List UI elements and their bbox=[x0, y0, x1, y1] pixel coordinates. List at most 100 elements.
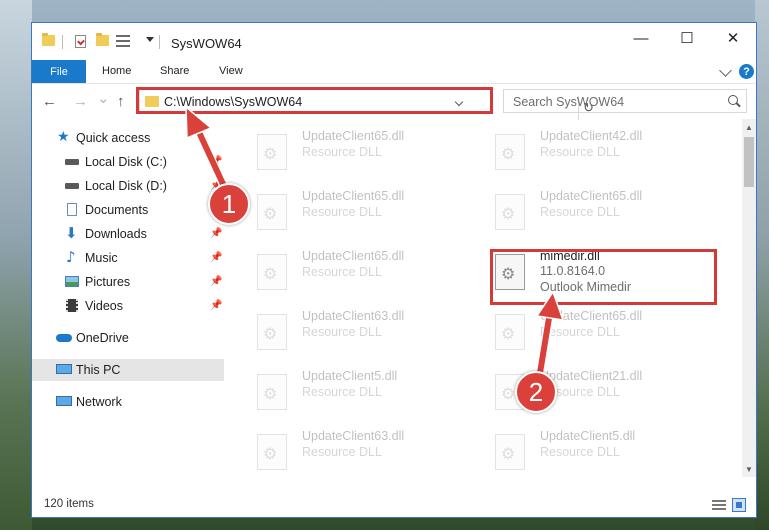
sidebar-item-this-pc[interactable]: This PC bbox=[32, 359, 224, 381]
pin-icon[interactable]: 📌 bbox=[210, 228, 222, 239]
file-explorer-window: SysWOW64 — ☐ ✕ File Home Share View ? ← … bbox=[31, 22, 757, 518]
file-item[interactable]: UpdateClient65.dll Resource DLL bbox=[489, 307, 709, 357]
customize-toolbar-chevron-icon[interactable] bbox=[146, 37, 154, 42]
network-icon bbox=[56, 396, 72, 406]
file-item[interactable]: UpdateClient5.dll Resource DLL bbox=[489, 427, 709, 477]
file-type: Resource DLL bbox=[302, 325, 382, 339]
sidebar-item-local-disk-d[interactable]: Local Disk (D:) 📌 bbox=[32, 175, 224, 197]
back-button[interactable]: ← bbox=[42, 93, 57, 110]
cloud-icon bbox=[56, 334, 72, 342]
navigation-pane: ★ Quick access Local Disk (C:) 📌 Local D… bbox=[32, 123, 228, 489]
pin-icon[interactable]: 📌 bbox=[210, 300, 222, 311]
details-view-icon[interactable] bbox=[712, 500, 726, 510]
properties-icon[interactable] bbox=[75, 35, 86, 48]
sidebar-item-documents[interactable]: Documents 📌 bbox=[32, 199, 224, 221]
videos-icon bbox=[66, 299, 78, 312]
new-folder-icon[interactable] bbox=[96, 33, 109, 46]
file-type: Resource DLL bbox=[302, 205, 382, 219]
pin-icon[interactable]: 📌 bbox=[210, 276, 222, 287]
toolbar-divider bbox=[159, 35, 160, 49]
pictures-icon bbox=[65, 276, 79, 287]
file-item[interactable]: UpdateClient63.dll Resource DLL bbox=[251, 427, 471, 477]
file-type: Resource DLL bbox=[302, 145, 382, 159]
sidebar-item-videos[interactable]: Videos 📌 bbox=[32, 295, 224, 317]
expand-ribbon-chevron-icon[interactable] bbox=[719, 64, 732, 77]
folder-icon bbox=[42, 33, 55, 46]
sidebar-item-network[interactable]: Network bbox=[32, 391, 224, 413]
file-name: UpdateClient63.dll bbox=[302, 309, 405, 323]
vertical-scrollbar[interactable]: ▲ ▼ bbox=[742, 119, 756, 477]
file-name: UpdateClient65.dll bbox=[540, 189, 643, 203]
file-name: UpdateClient21.dll bbox=[540, 369, 643, 383]
window-title: SysWOW64 bbox=[171, 36, 242, 51]
ribbon-tabs: File Home Share View ? bbox=[32, 59, 756, 84]
download-icon: ⬇ bbox=[65, 224, 78, 242]
address-highlight-box bbox=[136, 87, 493, 114]
scroll-thumb[interactable] bbox=[744, 137, 754, 187]
file-type: Resource DLL bbox=[540, 145, 620, 159]
file-item[interactable]: UpdateClient65.dll Resource DLL bbox=[251, 127, 471, 177]
sidebar-item-label: Videos bbox=[85, 299, 123, 313]
tab-file[interactable]: File bbox=[32, 60, 86, 83]
maximize-button[interactable]: ☐ bbox=[664, 23, 710, 53]
file-item[interactable]: UpdateClient42.dll Resource DLL bbox=[489, 127, 709, 177]
pin-icon[interactable]: 📌 bbox=[210, 252, 222, 263]
tab-share[interactable]: Share bbox=[160, 65, 189, 77]
scroll-down-icon[interactable]: ▼ bbox=[745, 465, 753, 474]
sidebar-item-music[interactable]: ♪ Music 📌 bbox=[32, 247, 224, 269]
dll-file-icon bbox=[495, 434, 525, 470]
file-name: UpdateClient65.dll bbox=[540, 309, 643, 323]
file-item[interactable]: UpdateClient65.dll Resource DLL bbox=[251, 247, 471, 297]
help-icon[interactable]: ? bbox=[739, 64, 754, 79]
dll-file-icon bbox=[257, 434, 287, 470]
sidebar-item-downloads[interactable]: ⬇ Downloads 📌 bbox=[32, 223, 224, 245]
file-name: UpdateClient65.dll bbox=[302, 249, 405, 263]
maximize-icon: ☐ bbox=[680, 30, 694, 47]
pin-icon[interactable]: 📌 bbox=[210, 156, 222, 167]
file-item[interactable]: UpdateClient65.dll Resource DLL bbox=[489, 187, 709, 237]
file-item[interactable]: UpdateClient63.dll Resource DLL bbox=[251, 307, 471, 357]
dll-file-icon bbox=[257, 374, 287, 410]
search-placeholder: Search SysWOW64 bbox=[513, 95, 625, 109]
sidebar-item-quick-access[interactable]: ★ Quick access bbox=[32, 127, 224, 149]
close-icon: ✕ bbox=[726, 30, 740, 47]
search-icon[interactable] bbox=[728, 95, 738, 105]
file-name: UpdateClient5.dll bbox=[540, 429, 636, 443]
minimize-button[interactable]: — bbox=[618, 23, 664, 53]
file-type: Resource DLL bbox=[540, 325, 620, 339]
scroll-up-icon[interactable]: ▲ bbox=[745, 123, 753, 132]
sidebar-item-local-disk-c[interactable]: Local Disk (C:) 📌 bbox=[32, 151, 224, 173]
file-item[interactable]: UpdateClient65.dll Resource DLL bbox=[251, 187, 471, 237]
file-name: UpdateClient42.dll bbox=[540, 129, 643, 143]
tab-home[interactable]: Home bbox=[102, 65, 131, 77]
navigation-bar: ← → ⌄ ↑ C:\Windows\SysWOW64 ↻ Search Sys… bbox=[32, 83, 756, 120]
drive-icon bbox=[65, 183, 79, 189]
up-button[interactable]: ↑ bbox=[117, 93, 125, 110]
sidebar-item-label: Documents bbox=[85, 203, 149, 217]
step-1-badge: 1 bbox=[208, 183, 250, 225]
close-button[interactable]: ✕ bbox=[710, 23, 756, 53]
file-item[interactable]: UpdateClient5.dll Resource DLL bbox=[251, 367, 471, 417]
tab-view[interactable]: View bbox=[219, 65, 243, 77]
sidebar-item-pictures[interactable]: Pictures 📌 bbox=[32, 271, 224, 293]
music-icon: ♪ bbox=[66, 248, 76, 266]
sidebar-item-label: This PC bbox=[76, 363, 121, 377]
sidebar-item-label: Downloads bbox=[85, 227, 147, 241]
large-icons-view-icon[interactable] bbox=[732, 498, 746, 512]
sidebar-item-label: Network bbox=[76, 395, 122, 409]
file-type: Resource DLL bbox=[540, 445, 620, 459]
file-highlight-box bbox=[490, 249, 717, 305]
dll-file-icon bbox=[257, 134, 287, 170]
sidebar-item-label: Music bbox=[85, 251, 118, 265]
status-bar: 120 items bbox=[32, 493, 756, 517]
drive-icon bbox=[65, 159, 79, 165]
sidebar-item-label: OneDrive bbox=[76, 331, 129, 345]
desktop-background-left bbox=[0, 0, 32, 530]
recent-locations-chevron-icon[interactable]: ⌄ bbox=[97, 89, 110, 107]
view-options-icon[interactable] bbox=[116, 35, 134, 47]
file-name: UpdateClient63.dll bbox=[302, 429, 405, 443]
forward-button[interactable]: → bbox=[73, 93, 88, 110]
sidebar-item-onedrive[interactable]: OneDrive bbox=[32, 327, 224, 349]
dll-file-icon bbox=[257, 254, 287, 290]
search-input[interactable]: Search SysWOW64 bbox=[503, 89, 747, 113]
